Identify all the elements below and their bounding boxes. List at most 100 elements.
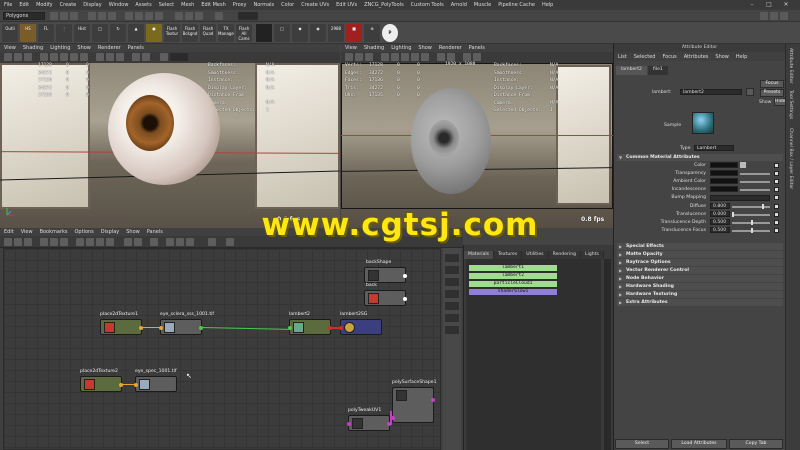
menu-custom-tools[interactable]: Custom Tools — [411, 2, 444, 8]
ae-menu-attributes[interactable]: Attributes — [684, 54, 709, 60]
node-output-port[interactable] — [119, 383, 123, 387]
ae-section-raytrace-options[interactable]: Raytrace Options — [617, 259, 783, 266]
vp2-menu-view[interactable]: View — [345, 45, 357, 51]
ae-menu-list[interactable]: List — [618, 54, 627, 60]
shelf-button-dots[interactable]: ⋮ — [56, 24, 72, 42]
map-button-icon[interactable] — [774, 179, 779, 184]
save-scene-icon[interactable] — [70, 12, 78, 20]
ae-section-hardware-texturing[interactable]: Hardware Texturing — [617, 291, 783, 298]
shelf-button-white[interactable]: □ — [274, 24, 290, 42]
ae-copy-tab-button[interactable]: Copy Tab — [729, 439, 783, 449]
vp2-menu-show[interactable]: Show — [418, 45, 432, 51]
vp-menu-view[interactable]: View — [4, 45, 16, 51]
ao-icon[interactable] — [106, 53, 114, 61]
menu-arnold[interactable]: Arnold — [451, 2, 467, 8]
menu-edit-uvs[interactable]: Edit UVs — [336, 2, 357, 8]
ae-section-extra-attributes[interactable]: Extra Attributes — [617, 299, 783, 306]
ae-focus-button[interactable]: Focus — [760, 80, 784, 88]
attr-slider[interactable] — [740, 189, 770, 191]
shelf-button-orb[interactable]: ● — [146, 24, 162, 42]
node-output-port[interactable] — [199, 326, 203, 330]
attr-slider-track[interactable] — [740, 162, 746, 168]
lights-icon[interactable] — [421, 53, 429, 61]
ae-select-button[interactable]: Select — [615, 439, 669, 449]
ae-section-node-behavior[interactable]: Node Behavior — [617, 275, 783, 282]
vp-menu-panels[interactable]: Panels — [128, 45, 144, 51]
isolate-icon[interactable] — [132, 53, 140, 61]
maximize-icon[interactable]: □ — [765, 1, 773, 9]
textured-icon[interactable] — [70, 53, 78, 61]
new-scene-icon[interactable] — [50, 12, 58, 20]
shelf-button-flash-all-cams[interactable]: Flash All Cams — [236, 24, 252, 42]
node-back[interactable] — [364, 290, 407, 306]
shelf-button-group[interactable]: ◉ — [310, 24, 326, 42]
ae-menu-show[interactable]: Show — [715, 54, 729, 60]
minimize-icon[interactable]: – — [748, 1, 756, 9]
input-field-icon[interactable] — [215, 12, 223, 20]
shelf-button-fl[interactable]: FL — [38, 24, 54, 42]
attr-transparency-swatch[interactable] — [710, 170, 738, 176]
tab-lambert2[interactable]: lambert2 — [616, 66, 647, 75]
side-tab-attribute-editor[interactable]: Attribute Editor — [788, 48, 793, 83]
resolution-gate-icon[interactable] — [473, 53, 481, 61]
side-tab-tool-settings[interactable]: Tool Settings — [788, 90, 793, 119]
close-icon[interactable]: ✕ — [782, 1, 790, 9]
menu-help[interactable]: Help — [542, 2, 553, 8]
tab-file1[interactable]: file1 — [647, 66, 668, 75]
ae-section-common-material[interactable]: Common Material Attributes — [617, 154, 783, 161]
vp2-menu-lighting[interactable]: Lighting — [391, 45, 411, 51]
menu-polytools[interactable]: ZNCG_PolyTools — [364, 2, 404, 8]
render-icon[interactable] — [175, 12, 183, 20]
lights-icon[interactable] — [80, 53, 88, 61]
shelf-button-history[interactable]: Hist — [74, 24, 90, 42]
ae-section-special-effects[interactable]: Special Effects — [617, 243, 783, 250]
node-editor-scrollbar[interactable] — [443, 248, 461, 450]
menu-pipeline-cache[interactable]: Pipeline Cache — [498, 2, 535, 8]
node-eye-sclera-file[interactable] — [159, 319, 203, 335]
shelf-button-outliner[interactable]: Outli — [2, 24, 18, 42]
shelf-button-hypershade[interactable]: HS — [20, 24, 36, 42]
vp-menu-shading[interactable]: Shading — [23, 45, 43, 51]
shadows-icon[interactable] — [437, 53, 445, 61]
ne-side-btn-3[interactable] — [445, 278, 459, 286]
shelf-button-cyan[interactable]: ◆ — [292, 24, 308, 42]
shelf-button-reload[interactable]: ↻ — [110, 24, 126, 42]
grid-toggle-icon[interactable] — [40, 53, 48, 61]
camera-icon[interactable] — [4, 53, 12, 61]
menu-select[interactable]: Select — [159, 2, 174, 8]
node-place2dtexture2[interactable] — [80, 376, 123, 392]
shelf-button-black[interactable] — [256, 24, 272, 42]
attr-bump-field[interactable] — [710, 195, 770, 201]
exposure-field[interactable] — [170, 53, 188, 61]
gamma-icon[interactable] — [160, 53, 168, 61]
shadows-icon[interactable] — [96, 53, 104, 61]
node-lambert2sg[interactable] — [339, 319, 382, 335]
ae-node-name-field[interactable]: lambert2 — [680, 89, 742, 95]
tab-utilities[interactable]: Utilities — [522, 251, 549, 259]
bookmark-icon[interactable] — [24, 53, 32, 61]
vp2-menu-shading[interactable]: Shading — [364, 45, 384, 51]
snap-point-icon[interactable] — [145, 12, 153, 20]
wireframe-icon[interactable] — [391, 53, 399, 61]
vp-menu-lighting[interactable]: Lighting — [50, 45, 70, 51]
vp-menu-renderer[interactable]: Renderer — [98, 45, 121, 51]
snap-grid-icon[interactable] — [125, 12, 133, 20]
attr-slider[interactable] — [740, 181, 770, 183]
shelf-button-tx-manager[interactable]: TX Manager — [218, 24, 234, 42]
ae-load-attributes-button[interactable]: Load Attributes — [671, 439, 727, 449]
shelf-button-s1[interactable]: ⊕ — [364, 24, 380, 42]
node-place2dtexture1[interactable] — [100, 319, 143, 335]
menu-window[interactable]: Window — [109, 2, 129, 8]
toggle-attribute-icon[interactable] — [770, 12, 778, 20]
smooth-shade-icon[interactable] — [401, 53, 409, 61]
menu-edit[interactable]: Edit — [19, 2, 29, 8]
ne-side-btn-7[interactable] — [445, 326, 459, 334]
numeric-input-field[interactable] — [238, 12, 258, 20]
node-lambert2[interactable] — [288, 319, 332, 335]
menu-muscle[interactable]: Muscle — [474, 2, 491, 8]
tab-textures[interactable]: Textures — [494, 251, 523, 259]
toggle-channel-box-icon[interactable] — [780, 12, 788, 20]
menu-edit-mesh[interactable]: Edit Mesh — [201, 2, 225, 8]
menu-create-uvs[interactable]: Create UVs — [301, 2, 329, 8]
shelf-button-flash-bckgnd[interactable]: Flash Bckgnd — [182, 24, 198, 42]
